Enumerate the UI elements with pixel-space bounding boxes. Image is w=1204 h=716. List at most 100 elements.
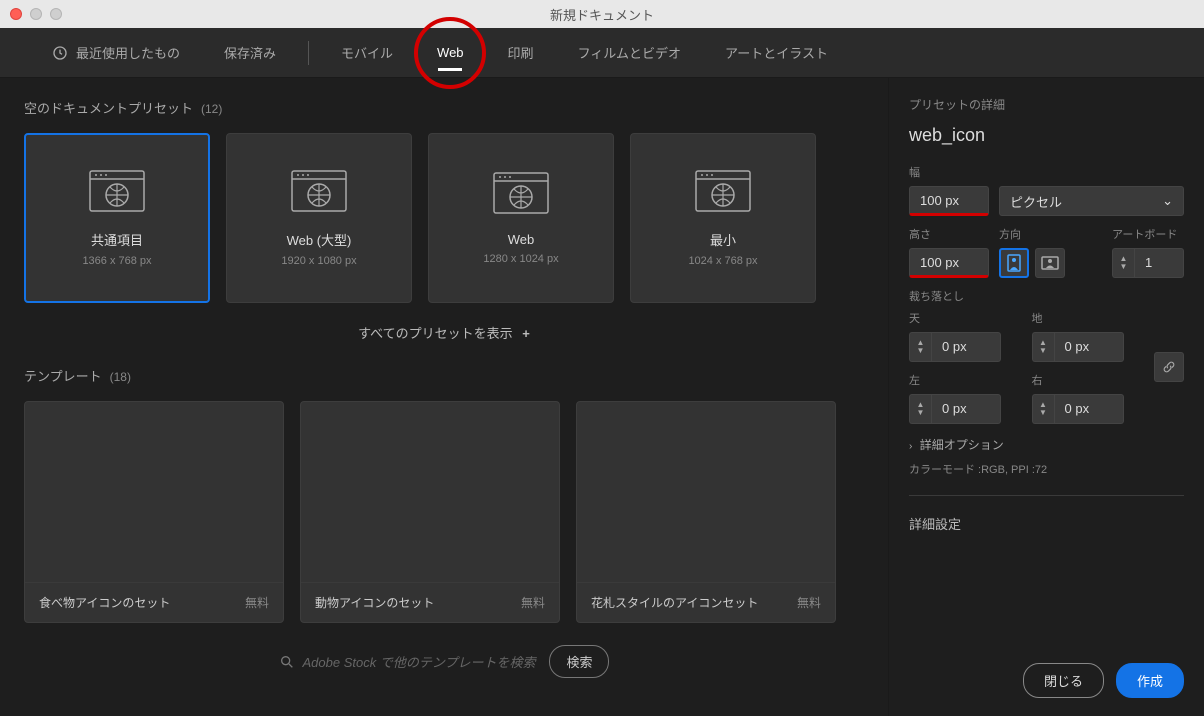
tab-art[interactable]: アートとイラスト bbox=[703, 28, 850, 77]
orientation-landscape-button[interactable] bbox=[1035, 248, 1065, 278]
bleed-bottom-input[interactable]: ▲▼ 0 px bbox=[1032, 332, 1141, 362]
height-label: 高さ bbox=[909, 226, 989, 242]
preset-card-common[interactable]: 共通項目 1366 x 768 px bbox=[24, 133, 210, 303]
traffic-lights bbox=[10, 8, 62, 20]
bleed-top-input[interactable]: ▲▼ 0 px bbox=[909, 332, 1018, 362]
bleed-left-input[interactable]: ▲▼ 0 px bbox=[909, 394, 1018, 424]
artboard-value[interactable]: 1 bbox=[1134, 248, 1184, 278]
left-panel: 空のドキュメントプリセット (12) 共通項目 1366 x 768 px We… bbox=[0, 78, 888, 716]
tab-web[interactable]: Web bbox=[415, 28, 486, 77]
plus-icon: + bbox=[522, 326, 530, 341]
height-input[interactable]: 100 px bbox=[909, 248, 989, 278]
artboard-stepper[interactable]: ▲▼ 1 bbox=[1112, 248, 1184, 278]
orientation-portrait-button[interactable] bbox=[999, 248, 1029, 278]
preset-name: 共通項目 bbox=[91, 230, 143, 249]
presets-count: (12) bbox=[201, 102, 222, 116]
templates-section-title: テンプレート (18) bbox=[24, 366, 864, 385]
zoom-window-icon[interactable] bbox=[50, 8, 62, 20]
preset-card-minimal[interactable]: 最小 1024 x 768 px bbox=[630, 133, 816, 303]
stepper-arrows-icon[interactable]: ▲▼ bbox=[909, 394, 931, 424]
web-preset-icon bbox=[291, 170, 347, 212]
create-button[interactable]: 作成 bbox=[1116, 663, 1184, 698]
bleed-left-label: 左 bbox=[909, 372, 1018, 388]
preset-dims: 1280 x 1024 px bbox=[483, 253, 558, 265]
link-icon bbox=[1162, 360, 1176, 374]
preset-card-web[interactable]: Web 1280 x 1024 px bbox=[428, 133, 614, 303]
tab-art-label: アートとイラスト bbox=[725, 43, 828, 62]
bleed-bottom-label: 地 bbox=[1032, 310, 1141, 326]
tab-recent-label: 最近使用したもの bbox=[76, 43, 180, 62]
search-icon bbox=[279, 654, 295, 670]
stock-search-row: Adobe Stock で他のテンプレートを検索 検索 bbox=[24, 645, 864, 678]
details-header: プリセットの詳細 bbox=[909, 96, 1184, 113]
unit-select[interactable]: ピクセル ⌄ bbox=[999, 186, 1184, 216]
web-preset-icon bbox=[493, 172, 549, 214]
preset-name: 最小 bbox=[710, 230, 736, 249]
footer-buttons: 閉じる 作成 bbox=[1023, 663, 1184, 698]
tab-recent[interactable]: 最近使用したもの bbox=[30, 28, 202, 77]
close-button[interactable]: 閉じる bbox=[1023, 663, 1104, 698]
tab-print-label: 印刷 bbox=[508, 43, 534, 62]
preset-dims: 1920 x 1080 px bbox=[281, 255, 356, 267]
preset-dims: 1024 x 768 px bbox=[688, 255, 757, 267]
web-preset-icon bbox=[695, 170, 751, 212]
template-name: 動物アイコンのセット bbox=[315, 594, 434, 611]
presets-section-title: 空のドキュメントプリセット (12) bbox=[24, 98, 864, 117]
template-card-animal[interactable]: 動物アイコンのセット 無料 bbox=[300, 401, 560, 623]
preset-dims: 1366 x 768 px bbox=[82, 255, 151, 267]
template-price: 無料 bbox=[245, 594, 269, 611]
stock-search-field[interactable]: Adobe Stock で他のテンプレートを検索 bbox=[279, 652, 536, 671]
stock-search-placeholder: Adobe Stock で他のテンプレートを検索 bbox=[303, 652, 536, 671]
color-mode-text: カラーモード :RGB, PPI :72 bbox=[909, 461, 1184, 477]
template-price: 無料 bbox=[521, 594, 545, 611]
template-thumbnail bbox=[25, 402, 283, 582]
link-bleed-button[interactable] bbox=[1154, 352, 1184, 382]
artboard-label: アートボード bbox=[1112, 226, 1184, 242]
tab-divider bbox=[308, 41, 309, 65]
template-name: 花札スタイルのアイコンセット bbox=[591, 594, 758, 611]
tab-film[interactable]: フィルムとビデオ bbox=[556, 28, 703, 77]
landscape-icon bbox=[1041, 256, 1059, 270]
templates-count: (18) bbox=[110, 370, 131, 384]
stepper-arrows-icon[interactable]: ▲▼ bbox=[1032, 332, 1054, 362]
unit-value: ピクセル bbox=[1010, 192, 1062, 211]
show-all-presets-button[interactable]: すべてのプリセットを表示 + bbox=[24, 323, 864, 342]
bleed-left-value[interactable]: 0 px bbox=[931, 394, 1001, 424]
tab-web-label: Web bbox=[437, 45, 464, 60]
stock-search-button[interactable]: 検索 bbox=[549, 645, 609, 678]
close-window-icon[interactable] bbox=[10, 8, 22, 20]
template-card-hanafuda[interactable]: 花札スタイルのアイコンセット 無料 bbox=[576, 401, 836, 623]
bleed-right-input[interactable]: ▲▼ 0 px bbox=[1032, 394, 1141, 424]
bleed-top-value[interactable]: 0 px bbox=[931, 332, 1001, 362]
tab-mobile[interactable]: モバイル bbox=[319, 28, 415, 77]
width-input[interactable]: 100 px bbox=[909, 186, 989, 216]
tab-saved[interactable]: 保存済み bbox=[202, 28, 298, 77]
preset-row: 共通項目 1366 x 768 px Web (大型) 1920 x 1080 … bbox=[24, 133, 864, 303]
tab-print[interactable]: 印刷 bbox=[486, 28, 556, 77]
preset-name: Web bbox=[508, 232, 535, 247]
bleed-bottom-value[interactable]: 0 px bbox=[1054, 332, 1124, 362]
template-footer: 動物アイコンのセット 無料 bbox=[301, 582, 559, 622]
template-thumbnail bbox=[301, 402, 559, 582]
preset-name-field[interactable]: web_icon bbox=[909, 125, 1184, 146]
template-card-food[interactable]: 食べ物アイコンのセット 無料 bbox=[24, 401, 284, 623]
chevron-right-icon: › bbox=[909, 441, 912, 452]
minimize-window-icon[interactable] bbox=[30, 8, 42, 20]
template-footer: 食べ物アイコンのセット 無料 bbox=[25, 582, 283, 622]
stepper-arrows-icon[interactable]: ▲▼ bbox=[1112, 248, 1134, 278]
stepper-arrows-icon[interactable]: ▲▼ bbox=[909, 332, 931, 362]
orientation-label: 方向 bbox=[999, 226, 1065, 242]
category-tab-bar: 最近使用したもの 保存済み モバイル Web 印刷 フィルムとビデオ アートとイ… bbox=[0, 28, 1204, 78]
preset-name: Web (大型) bbox=[287, 230, 352, 249]
window-title: 新規ドキュメント bbox=[550, 5, 654, 24]
template-name: 食べ物アイコンのセット bbox=[39, 594, 170, 611]
bleed-right-value[interactable]: 0 px bbox=[1054, 394, 1124, 424]
tab-film-label: フィルムとビデオ bbox=[578, 43, 681, 62]
portrait-icon bbox=[1007, 254, 1021, 272]
advanced-settings-label[interactable]: 詳細設定 bbox=[909, 514, 1184, 533]
advanced-options-toggle[interactable]: › 詳細オプション bbox=[909, 436, 1184, 453]
stepper-arrows-icon[interactable]: ▲▼ bbox=[1032, 394, 1054, 424]
tab-mobile-label: モバイル bbox=[341, 43, 393, 62]
presets-label: 空のドキュメントプリセット bbox=[24, 98, 193, 117]
preset-card-web-large[interactable]: Web (大型) 1920 x 1080 px bbox=[226, 133, 412, 303]
